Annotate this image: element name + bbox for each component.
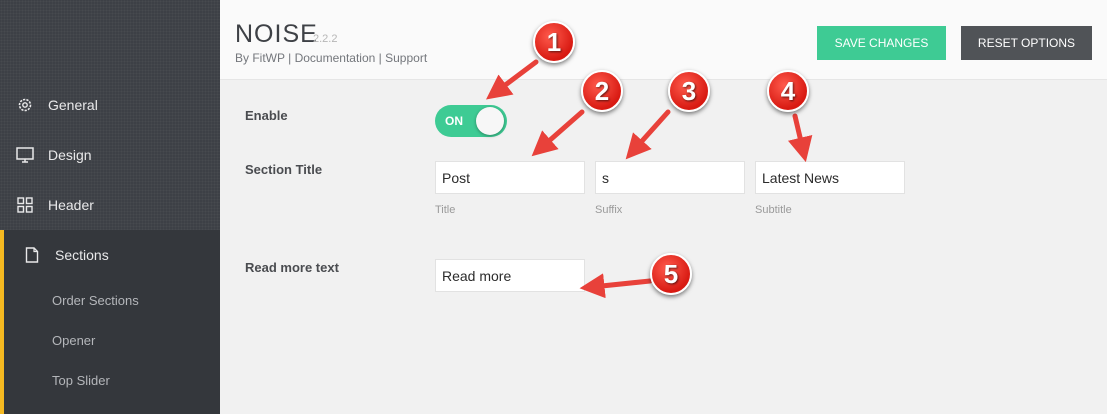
documentation-link[interactable]: Documentation (295, 51, 376, 65)
support-link[interactable]: Support (385, 51, 427, 65)
separator: | (288, 51, 292, 65)
annotation-badge-4: 4 (767, 70, 809, 112)
sidebar-item-label: Header (48, 197, 94, 213)
section-title-label: Section Title (245, 162, 323, 177)
separator: | (378, 51, 382, 65)
title-hint: Title (435, 204, 456, 216)
page-title: NOISE (235, 20, 318, 48)
arrow-3 (625, 109, 671, 160)
page-header: NOISE 2.2.2 By FitWP | Documentation | S… (220, 0, 1107, 80)
arrow-5 (579, 273, 653, 299)
sidebar-item-design[interactable]: Design (0, 130, 220, 180)
header-links: By FitWP | Documentation | Support (235, 51, 427, 65)
submenu-item-opener[interactable]: Opener (52, 333, 95, 348)
submenu-item-order-sections[interactable]: Order Sections (52, 293, 139, 308)
annotation-badge-1: 1 (533, 21, 575, 63)
sidebar-item-general[interactable]: General (0, 80, 220, 130)
annotation-badge-3: 3 (668, 70, 710, 112)
annotation-badge-2: 2 (581, 70, 623, 112)
submenu-item-top-slider[interactable]: Top Slider (52, 373, 110, 388)
grid-icon (16, 196, 34, 214)
subtitle-hint: Subtitle (755, 204, 792, 216)
sidebar-item-header[interactable]: Header (0, 180, 220, 230)
author-link[interactable]: By FitWP (235, 51, 285, 65)
toggle-state-text: ON (445, 114, 463, 128)
sidebar-item-label: General (48, 97, 98, 113)
suffix-hint: Suffix (595, 204, 623, 216)
sidebar-item-label: Sections (55, 247, 109, 263)
suffix-input[interactable]: s (595, 161, 745, 194)
sidebar-item-label: Design (48, 147, 92, 163)
monitor-icon (16, 146, 34, 164)
reset-options-button[interactable]: RESET OPTIONS (961, 26, 1092, 60)
gear-icon (16, 96, 34, 114)
enable-label: Enable (245, 108, 288, 123)
document-icon (23, 246, 41, 264)
enable-toggle[interactable]: ON (435, 105, 507, 137)
version-label: 2.2.2 (313, 33, 338, 45)
read-more-input[interactable]: Read more (435, 259, 585, 292)
annotation-badge-5: 5 (650, 253, 692, 295)
sidebar: General Design Header Sections Order Sec… (0, 0, 220, 414)
title-input[interactable]: Post (435, 161, 585, 194)
arrow-2 (531, 109, 585, 157)
read-more-label: Read more text (245, 260, 339, 275)
save-changes-button[interactable]: SAVE CHANGES (817, 26, 946, 60)
toggle-knob (476, 107, 504, 135)
subtitle-input[interactable]: Latest News (755, 161, 905, 194)
arrow-4 (787, 113, 813, 163)
sidebar-item-sections[interactable]: Sections (0, 230, 220, 280)
